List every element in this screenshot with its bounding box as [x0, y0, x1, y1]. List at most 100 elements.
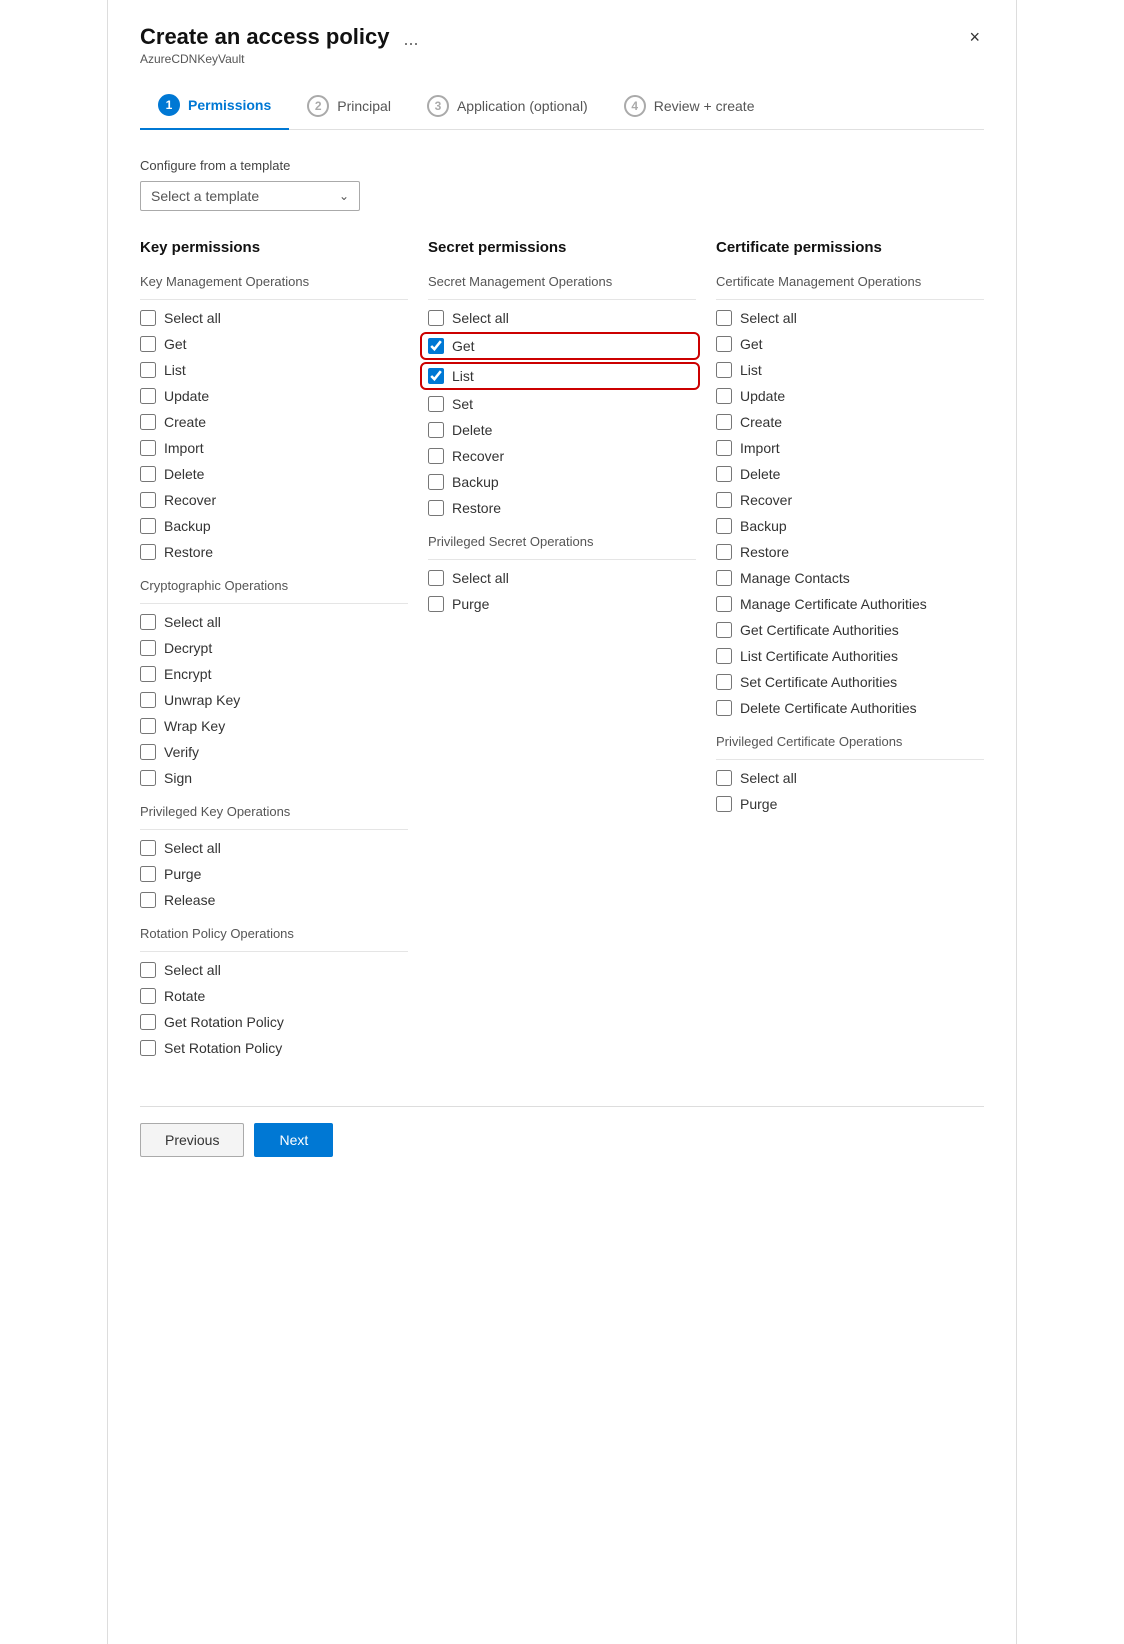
cert-list-checkbox[interactable]	[716, 362, 732, 378]
crypto-unwrap-checkbox[interactable]	[140, 692, 156, 708]
template-section: Configure from a template Select a templ…	[140, 158, 984, 211]
secret-select-all-label: Select all	[452, 310, 509, 326]
secret-recover-checkbox[interactable]	[428, 448, 444, 464]
crypto-verify-checkbox[interactable]	[140, 744, 156, 760]
cert-manage-contacts-checkbox[interactable]	[716, 570, 732, 586]
secret-select-all-checkbox[interactable]	[428, 310, 444, 326]
key-recover-checkbox[interactable]	[140, 492, 156, 508]
privkey-purge-label: Purge	[164, 866, 201, 882]
secret-get-row: Get	[424, 336, 696, 356]
crypto-decrypt-label: Decrypt	[164, 640, 212, 656]
rotation-select-all-checkbox[interactable]	[140, 962, 156, 978]
secret-list-row: List	[424, 366, 696, 386]
cert-recover-row: Recover	[716, 492, 984, 508]
cert-import-checkbox[interactable]	[716, 440, 732, 456]
next-button[interactable]: Next	[254, 1123, 333, 1157]
crypto-sign-checkbox[interactable]	[140, 770, 156, 786]
step-permissions[interactable]: 1 Permissions	[140, 84, 289, 130]
key-list-label: List	[164, 362, 186, 378]
cert-recover-checkbox[interactable]	[716, 492, 732, 508]
dialog-subtitle: AzureCDNKeyVault	[140, 52, 423, 66]
close-button[interactable]: ×	[965, 24, 984, 50]
step-review[interactable]: 4 Review + create	[606, 85, 773, 129]
secret-list-checkbox[interactable]	[428, 368, 444, 384]
secret-set-checkbox[interactable]	[428, 396, 444, 412]
cert-manage-ca-checkbox[interactable]	[716, 596, 732, 612]
secret-backup-checkbox[interactable]	[428, 474, 444, 490]
cert-import-row: Import	[716, 440, 984, 456]
cert-get-ca-checkbox[interactable]	[716, 622, 732, 638]
key-backup-checkbox[interactable]	[140, 518, 156, 534]
secret-recover-row: Recover	[428, 448, 696, 464]
permissions-grid: Key permissions Key Management Operation…	[140, 239, 984, 1074]
template-placeholder: Select a template	[151, 188, 259, 204]
privkey-release-checkbox[interactable]	[140, 892, 156, 908]
secret-get-label: Get	[452, 338, 475, 354]
cert-list-ca-checkbox[interactable]	[716, 648, 732, 664]
key-restore-checkbox[interactable]	[140, 544, 156, 560]
rotation-rotate-label: Rotate	[164, 988, 205, 1004]
cert-get-label: Get	[740, 336, 763, 352]
crypto-wrap-label: Wrap Key	[164, 718, 225, 734]
secret-backup-label: Backup	[452, 474, 499, 490]
privileged-secret-title: Privileged Secret Operations	[428, 534, 696, 549]
secret-get-checkbox[interactable]	[428, 338, 444, 354]
rotation-rotate-checkbox[interactable]	[140, 988, 156, 1004]
cert-create-checkbox[interactable]	[716, 414, 732, 430]
crypto-encrypt-label: Encrypt	[164, 666, 211, 682]
cert-get-checkbox[interactable]	[716, 336, 732, 352]
rotation-get-policy-checkbox[interactable]	[140, 1014, 156, 1030]
crypto-wrap-checkbox[interactable]	[140, 718, 156, 734]
key-create-checkbox[interactable]	[140, 414, 156, 430]
cert-select-all-checkbox[interactable]	[716, 310, 732, 326]
cert-restore-checkbox[interactable]	[716, 544, 732, 560]
crypto-select-all-checkbox[interactable]	[140, 614, 156, 630]
cert-import-label: Import	[740, 440, 780, 456]
cert-set-ca-checkbox[interactable]	[716, 674, 732, 690]
cert-create-label: Create	[740, 414, 782, 430]
privkey-purge-checkbox[interactable]	[140, 866, 156, 882]
secret-delete-checkbox[interactable]	[428, 422, 444, 438]
step-2-label: Principal	[337, 98, 391, 114]
step-principal[interactable]: 2 Principal	[289, 85, 409, 129]
key-import-checkbox[interactable]	[140, 440, 156, 456]
key-get-checkbox[interactable]	[140, 336, 156, 352]
chevron-down-icon: ⌄	[339, 189, 349, 203]
step-application[interactable]: 3 Application (optional)	[409, 85, 606, 129]
previous-button[interactable]: Previous	[140, 1123, 244, 1157]
secret-restore-checkbox[interactable]	[428, 500, 444, 516]
privsecret-purge-checkbox[interactable]	[428, 596, 444, 612]
crypto-sign-row: Sign	[140, 770, 408, 786]
key-get-label: Get	[164, 336, 187, 352]
key-list-checkbox[interactable]	[140, 362, 156, 378]
certificate-permissions-title: Certificate permissions	[716, 239, 984, 256]
key-update-checkbox[interactable]	[140, 388, 156, 404]
key-delete-checkbox[interactable]	[140, 466, 156, 482]
key-backup-label: Backup	[164, 518, 211, 534]
cert-delete-ca-checkbox[interactable]	[716, 700, 732, 716]
secret-permissions-title: Secret permissions	[428, 239, 696, 256]
privkey-release-label: Release	[164, 892, 215, 908]
privkey-select-all-checkbox[interactable]	[140, 840, 156, 856]
cert-backup-checkbox[interactable]	[716, 518, 732, 534]
wizard-steps: 1 Permissions 2 Principal 3 Application …	[140, 84, 984, 130]
key-select-all-row: Select all	[140, 310, 408, 326]
key-select-all-checkbox[interactable]	[140, 310, 156, 326]
key-restore-row: Restore	[140, 544, 408, 560]
crypto-encrypt-checkbox[interactable]	[140, 666, 156, 682]
cert-delete-checkbox[interactable]	[716, 466, 732, 482]
privcert-purge-checkbox[interactable]	[716, 796, 732, 812]
crypto-decrypt-checkbox[interactable]	[140, 640, 156, 656]
step-2-circle: 2	[307, 95, 329, 117]
crypto-wrap-row: Wrap Key	[140, 718, 408, 734]
rotation-title: Rotation Policy Operations	[140, 926, 408, 941]
key-import-label: Import	[164, 440, 204, 456]
ellipsis-button[interactable]: ...	[399, 29, 422, 50]
rotation-set-policy-checkbox[interactable]	[140, 1040, 156, 1056]
privsecret-select-all-checkbox[interactable]	[428, 570, 444, 586]
key-create-row: Create	[140, 414, 408, 430]
template-select-dropdown[interactable]: Select a template ⌄	[140, 181, 360, 211]
cert-update-checkbox[interactable]	[716, 388, 732, 404]
privcert-select-all-checkbox[interactable]	[716, 770, 732, 786]
rotation-get-policy-row: Get Rotation Policy	[140, 1014, 408, 1030]
